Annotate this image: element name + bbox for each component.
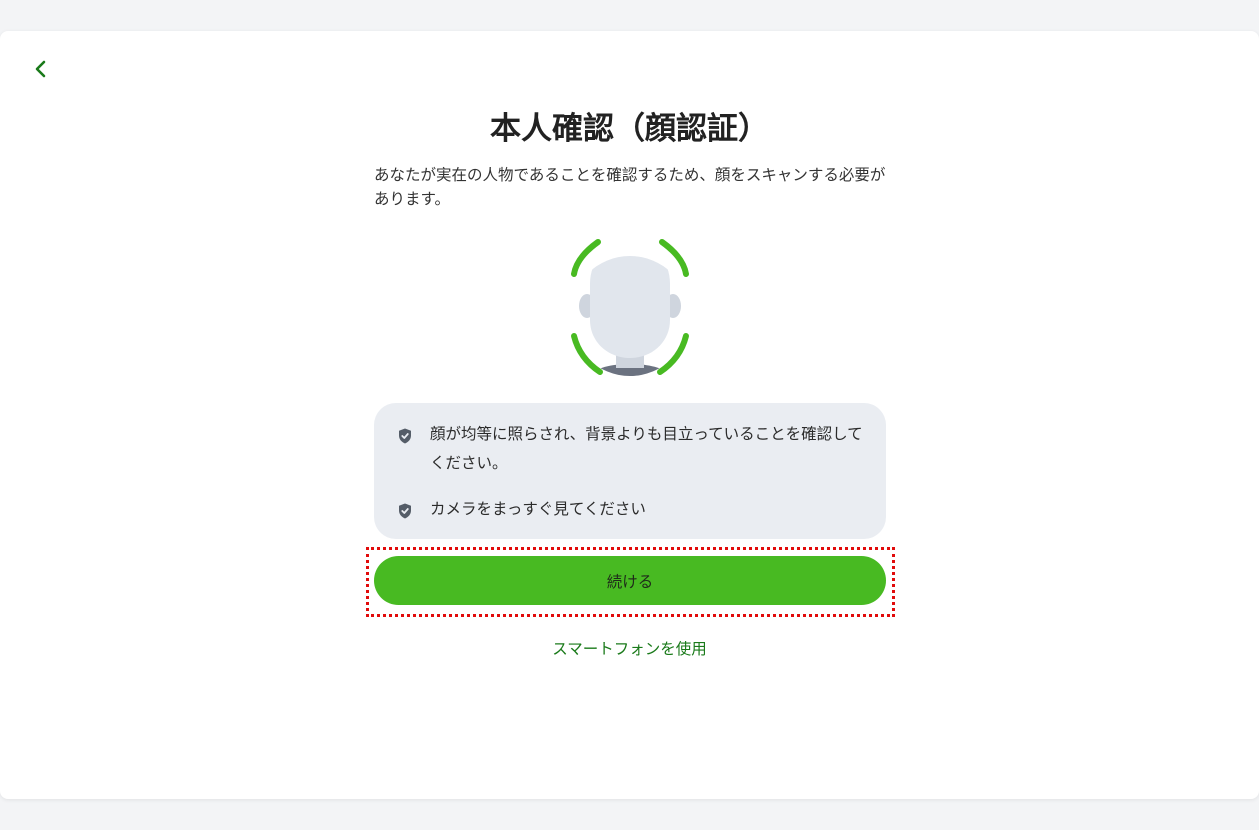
page-description: あなたが実在の人物であることを確認するため、顔をスキャンする必要があります。	[374, 166, 886, 208]
tip-text: 顔が均等に照らされ、背景よりも目立っていることを確認してください。	[430, 425, 863, 472]
shield-check-icon	[399, 503, 411, 519]
face-scan-icon	[570, 239, 690, 376]
back-button[interactable]	[26, 54, 56, 84]
use-smartphone-link[interactable]: スマートフォンを使用	[0, 637, 1259, 659]
tip-item: カメラをまっすぐ見てください	[396, 498, 870, 524]
page-title: 本人確認（顔認証）	[490, 111, 769, 147]
shield-check-icon	[399, 428, 411, 444]
chevron-left-icon	[35, 60, 46, 78]
tip-item: 顔が均等に照らされ、背景よりも目立っていることを確認してください。	[396, 423, 870, 478]
tips-box: 顔が均等に照らされ、背景よりも目立っていることを確認してください。 カメラをまっ…	[374, 403, 886, 539]
tip-text: カメラをまっすぐ見てください	[430, 500, 646, 518]
continue-button[interactable]: 続ける	[374, 556, 886, 605]
